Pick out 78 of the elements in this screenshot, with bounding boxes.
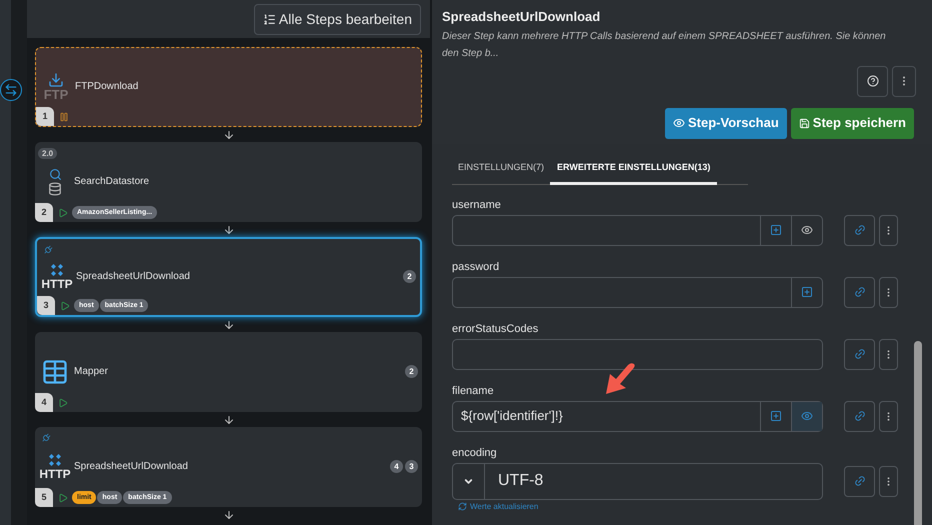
step-card[interactable]: FTP FTPDownload 1 <box>35 47 422 127</box>
count-badge: 2 <box>403 270 416 283</box>
more-button[interactable] <box>879 338 898 370</box>
step-description: Dieser Step kann mehrere HTTP Calls basierend auf einem SPREADSHEET ausführen. Sie können den Step b... <box>442 30 887 60</box>
input-field[interactable]: ${row['identifier']!} <box>452 400 823 432</box>
link-button[interactable] <box>844 214 875 246</box>
pause-icon[interactable] <box>59 112 69 122</box>
step-card[interactable]: Mapper 2 4 <box>35 332 422 412</box>
more-button[interactable] <box>879 214 898 246</box>
icon-label: HTTP <box>39 468 71 480</box>
step-title: SearchDatastore <box>74 175 150 189</box>
more-button[interactable] <box>879 400 898 432</box>
input-field[interactable] <box>452 338 823 370</box>
link-button[interactable] <box>844 338 875 370</box>
count-badge: 4 <box>390 460 403 473</box>
link-button[interactable] <box>844 276 875 308</box>
icon-label: FTP <box>44 88 68 101</box>
scrollbar[interactable] <box>914 341 922 525</box>
play-icon[interactable] <box>60 300 70 310</box>
field-label: errorStatusCodes <box>452 322 540 336</box>
field-label: encoding <box>452 446 498 460</box>
step-number: 1 <box>36 107 54 126</box>
play-icon[interactable] <box>58 208 68 218</box>
step-number: 5 <box>35 488 53 507</box>
preview-button[interactable] <box>791 402 822 430</box>
version-badge: 2.0 <box>38 148 58 158</box>
step-title: SpreadsheetUrlDownload <box>74 460 188 474</box>
link-button[interactable] <box>844 400 875 432</box>
play-icon[interactable] <box>58 492 68 502</box>
link-button[interactable] <box>844 466 875 496</box>
tab[interactable]: ERWEITERTE EINSTELLUNGEN(13) <box>550 154 718 184</box>
save-step-button[interactable]: Step speichern <box>790 108 914 138</box>
table-icon <box>41 358 69 386</box>
numbered-list-icon <box>262 12 276 26</box>
play-icon[interactable] <box>58 398 68 408</box>
input-field[interactable] <box>452 214 823 246</box>
arrow-down-icon <box>222 508 234 520</box>
eye-icon <box>801 224 813 236</box>
field-label: password <box>452 260 500 274</box>
search-icon <box>48 168 62 180</box>
download-icon <box>48 72 64 88</box>
plus-square-icon <box>770 224 782 236</box>
arrow-down-icon <box>222 318 234 330</box>
icon-label: HTTP <box>41 278 73 290</box>
step-number: 4 <box>35 393 53 412</box>
select-field[interactable]: UTF-8 <box>452 462 823 500</box>
arrow-down-icon <box>222 414 234 426</box>
plus-square-icon <box>770 410 782 422</box>
eye-icon <box>673 117 686 129</box>
field-label: username <box>452 198 502 212</box>
step-title-heading: SpreadsheetUrlDownload <box>442 8 602 26</box>
field-value: ${row['identifier']!} <box>461 407 563 426</box>
help-icon <box>866 75 878 87</box>
help-button[interactable] <box>857 66 888 96</box>
count-badge: 2 <box>405 365 418 378</box>
arrow-down-icon <box>222 128 234 140</box>
step-preview-button[interactable]: Step-Vorschau <box>665 108 787 138</box>
more-button[interactable] <box>879 466 898 496</box>
dots-icon <box>48 453 62 467</box>
select-value: UTF-8 <box>498 471 544 491</box>
tab[interactable]: EINSTELLUNGEN(7) <box>452 154 550 184</box>
eye-icon <box>801 410 813 422</box>
step-number: 3 <box>37 296 55 315</box>
step-title: FTPDownload <box>75 80 138 94</box>
step-title: SpreadsheetUrlDownload <box>76 270 190 284</box>
count-badge: 3 <box>405 460 418 473</box>
input-field[interactable] <box>452 276 823 308</box>
annotation-arrow-drawing <box>604 362 636 396</box>
refresh-icon <box>458 502 467 511</box>
field-label: filename <box>452 384 495 398</box>
dots-icon <box>50 263 64 277</box>
database-icon <box>48 182 62 196</box>
arrow-down-icon <box>222 224 234 236</box>
more-button[interactable] <box>879 276 898 308</box>
plus-square-icon <box>801 286 813 298</box>
edit-all-steps-button[interactable]: Alle Steps bearbeiten <box>254 4 421 34</box>
step-title: Mapper <box>74 365 108 379</box>
step-number: 2 <box>35 203 53 222</box>
